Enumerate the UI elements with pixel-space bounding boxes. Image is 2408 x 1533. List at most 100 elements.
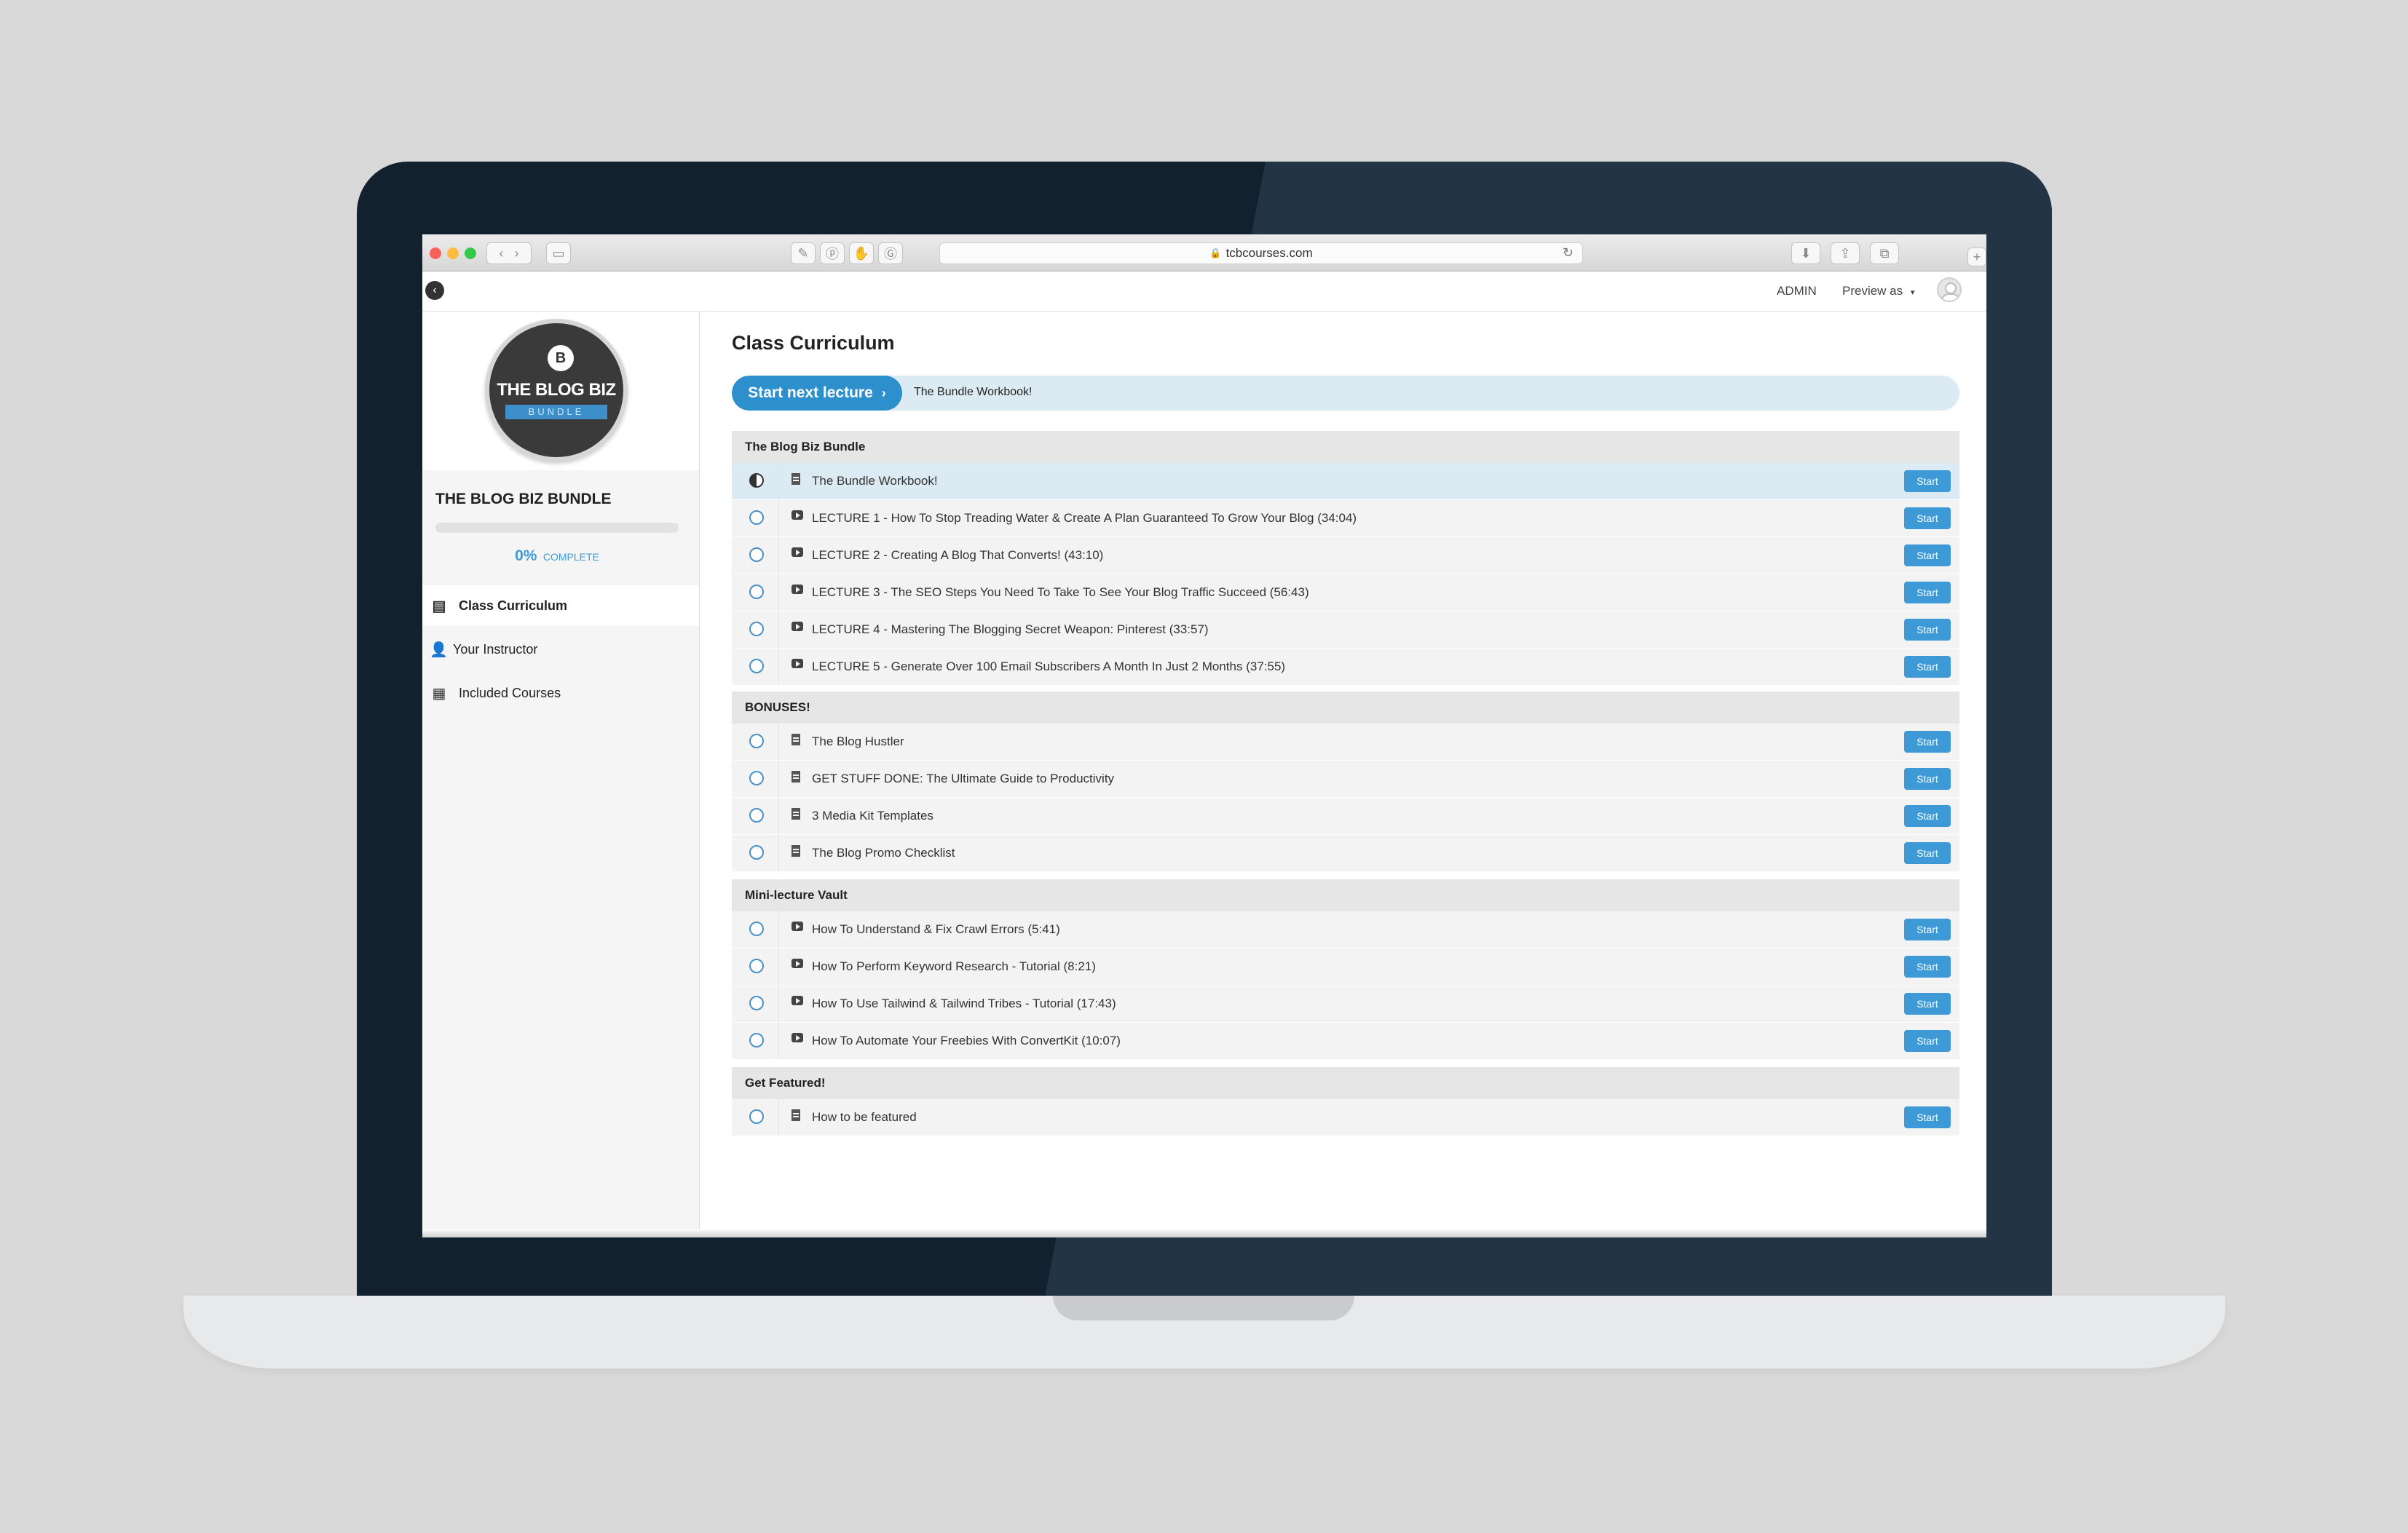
document-icon-shape — [792, 808, 800, 820]
lecture-row[interactable]: LECTURE 1 - How To Stop Treading Water &… — [732, 500, 1959, 537]
start-lecture-button[interactable]: Start — [1904, 842, 1951, 864]
video-icon-shape — [792, 510, 803, 520]
new-tab-button[interactable]: + — [1967, 247, 1986, 266]
section-header: Mini-lecture Vault — [732, 879, 1959, 911]
lecture-row[interactable]: The Blog Promo Checklist Start — [732, 835, 1959, 872]
lecture-row[interactable]: How To Use Tailwind & Tailwind Tribes - … — [732, 986, 1959, 1023]
start-lecture-button[interactable]: Start — [1904, 619, 1951, 641]
incomplete-circle-icon — [749, 510, 764, 525]
lecture-title[interactable]: How To Perform Keyword Research - Tutori… — [812, 959, 1096, 974]
lecture-row[interactable]: LECTURE 3 - The SEO Steps You Need To Ta… — [732, 574, 1959, 611]
lecture-title[interactable]: LECTURE 5 - Generate Over 100 Email Subs… — [812, 659, 1285, 674]
admin-link[interactable]: ADMIN — [1777, 284, 1817, 298]
user-avatar[interactable] — [1937, 277, 1962, 302]
start-lecture-button[interactable]: Start — [1904, 805, 1951, 827]
lecture-row[interactable]: How to be featured Start — [732, 1099, 1959, 1136]
course-logo: B THE BLOG BIZ BUNDLE — [485, 319, 628, 462]
pinterest-extension-button[interactable]: ⓟ — [820, 242, 845, 264]
lecture-title[interactable]: LECTURE 1 - How To Stop Treading Water &… — [812, 511, 1357, 526]
laptop-notch — [1053, 1296, 1354, 1320]
avatar-body — [1941, 293, 1960, 301]
lecture-row[interactable]: How To Perform Keyword Research - Tutori… — [732, 948, 1959, 986]
sidebar-item-class-curriculum[interactable]: ▤ Class Curriculum — [422, 585, 699, 626]
incomplete-circle-icon — [749, 996, 764, 1010]
page-title: Class Curriculum — [732, 332, 895, 354]
reload-icon[interactable]: ↻ — [1563, 245, 1574, 261]
start-lecture-button[interactable]: Start — [1904, 919, 1951, 940]
grammarly-icon: Ⓖ — [884, 247, 897, 261]
lecture-title[interactable]: LECTURE 4 - Mastering The Blogging Secre… — [812, 622, 1209, 637]
start-lecture-button[interactable]: Start — [1904, 731, 1951, 753]
sidebar-item-label: Class Curriculum — [459, 598, 568, 613]
lecture-row[interactable]: The Blog Hustler Start — [732, 724, 1959, 761]
start-lecture-button[interactable]: Start — [1904, 1030, 1951, 1052]
start-lecture-button[interactable]: Start — [1904, 993, 1951, 1015]
lecture-title[interactable]: 3 Media Kit Templates — [812, 809, 933, 823]
start-lecture-button[interactable]: Start — [1904, 544, 1951, 566]
back-arrow-icon[interactable]: ‹ — [499, 246, 503, 261]
minimize-window-button[interactable] — [447, 247, 459, 259]
lecture-title[interactable]: The Bundle Workbook! — [812, 474, 938, 488]
extension-button-1[interactable]: ✎ — [791, 242, 816, 264]
row-divider — [778, 986, 779, 1022]
incomplete-circle-icon — [749, 585, 764, 599]
back-button[interactable]: ‹ — [425, 281, 444, 300]
lecture-row[interactable]: How To Understand & Fix Crawl Errors (5:… — [732, 911, 1959, 948]
video-icon-shape — [792, 1033, 803, 1042]
lecture-row[interactable]: LECTURE 2 - Creating A Blog That Convert… — [732, 537, 1959, 574]
preview-as-dropdown[interactable]: Preview as ▾ — [1842, 284, 1914, 298]
share-button[interactable]: ⇪ — [1831, 242, 1860, 264]
incomplete-circle-icon — [749, 922, 764, 936]
incomplete-circle-icon — [749, 845, 764, 860]
start-lecture-button[interactable]: Start — [1904, 768, 1951, 790]
lecture-title[interactable]: LECTURE 2 - Creating A Blog That Convert… — [812, 548, 1103, 563]
logo-title: THE BLOG BIZ — [497, 380, 616, 400]
url-bar[interactable]: 🔒 tcbcourses.com ↻ — [939, 242, 1583, 264]
extension-button-3[interactable]: ✋ — [849, 242, 874, 264]
lecture-title[interactable]: How To Use Tailwind & Tailwind Tribes - … — [812, 997, 1116, 1011]
lecture-title[interactable]: How to be featured — [812, 1110, 917, 1125]
lecture-title[interactable]: How To Automate Your Freebies With Conve… — [812, 1034, 1121, 1048]
maximize-window-button[interactable] — [465, 247, 476, 259]
tabs-overview-button[interactable]: ⧉ — [1870, 242, 1899, 264]
start-lecture-button[interactable]: Start — [1904, 470, 1951, 492]
lecture-row[interactable]: LECTURE 5 - Generate Over 100 Email Subs… — [732, 649, 1959, 686]
downloads-button[interactable]: ⬇ — [1791, 242, 1820, 264]
back-forward-buttons[interactable]: ‹ › — [486, 242, 532, 264]
curriculum-section: Get Featured! How to be featured Start — [732, 1067, 1959, 1136]
start-lecture-button[interactable]: Start — [1904, 956, 1951, 978]
incomplete-circle-icon — [749, 734, 764, 748]
sidebar-item-your-instructor[interactable]: 👤 Your Instructor — [422, 629, 699, 670]
lecture-title[interactable]: LECTURE 3 - The SEO Steps You Need To Ta… — [812, 585, 1309, 600]
sidebar-item-included-courses[interactable]: ▦ Included Courses — [422, 673, 699, 713]
close-window-button[interactable] — [430, 247, 441, 259]
sidebar-toggle-button[interactable]: ▭ — [546, 242, 571, 264]
start-lecture-button[interactable]: Start — [1904, 656, 1951, 678]
lecture-row[interactable]: 3 Media Kit Templates Start — [732, 798, 1959, 835]
lecture-title[interactable]: How To Understand & Fix Crawl Errors (5:… — [812, 922, 1060, 937]
row-divider — [778, 761, 779, 797]
lecture-row[interactable]: The Bundle Workbook! Start — [732, 463, 1959, 500]
row-divider — [778, 537, 779, 574]
lecture-title[interactable]: The Blog Promo Checklist — [812, 846, 955, 860]
lecture-row[interactable]: LECTURE 4 - Mastering The Blogging Secre… — [732, 611, 1959, 649]
incomplete-circle-icon — [749, 771, 764, 785]
tabs-icon: ⧉ — [1879, 245, 1890, 261]
progress-label: COMPLETE — [542, 551, 599, 563]
share-icon: ⇪ — [1839, 245, 1851, 261]
video-icon-shape — [792, 959, 803, 968]
start-lecture-button[interactable]: Start — [1904, 1106, 1951, 1128]
forward-arrow-icon[interactable]: › — [515, 246, 519, 261]
grammarly-extension-button[interactable]: Ⓖ — [878, 242, 903, 264]
incomplete-circle-icon — [749, 1109, 764, 1124]
row-divider — [778, 500, 779, 536]
lecture-row[interactable]: How To Automate Your Freebies With Conve… — [732, 1023, 1959, 1060]
start-next-lecture-button[interactable]: Start next lecture › — [732, 376, 902, 411]
lecture-title[interactable]: The Blog Hustler — [812, 734, 904, 749]
start-lecture-button[interactable]: Start — [1904, 507, 1951, 529]
incomplete-circle-icon — [749, 808, 764, 823]
lecture-title[interactable]: GET STUFF DONE: The Ultimate Guide to Pr… — [812, 772, 1114, 786]
video-icon-shape — [792, 547, 803, 557]
start-lecture-button[interactable]: Start — [1904, 582, 1951, 603]
lecture-row[interactable]: GET STUFF DONE: The Ultimate Guide to Pr… — [732, 761, 1959, 798]
